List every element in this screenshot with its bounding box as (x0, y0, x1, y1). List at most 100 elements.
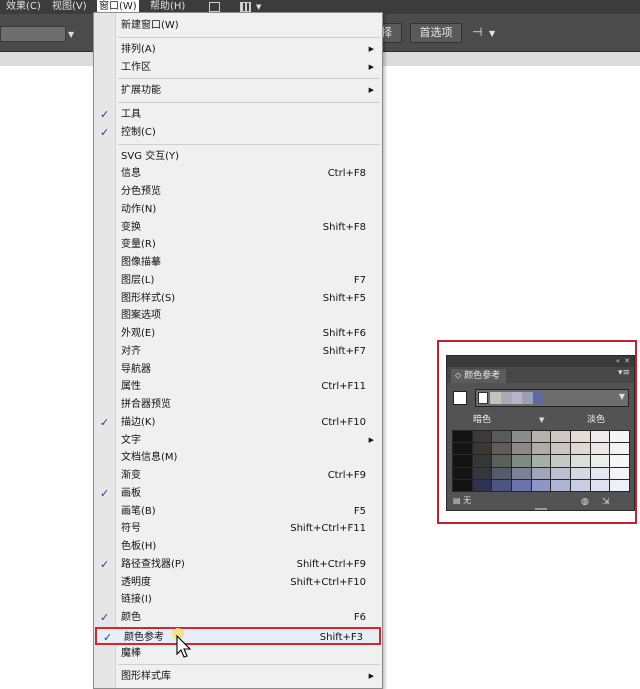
color-variation-swatch[interactable] (590, 467, 610, 479)
style-dropdown-icon[interactable]: ▼ (68, 30, 74, 39)
window-menu-item[interactable]: 变量(R) (94, 236, 382, 253)
window-menu-item[interactable]: 图层(L) F7 (94, 272, 382, 289)
color-variation-swatch[interactable] (590, 431, 610, 443)
color-variation-swatch[interactable] (472, 431, 492, 443)
color-variation-swatch[interactable] (551, 431, 570, 443)
tab-color-guide[interactable]: ⬦ 颜色参考 (451, 369, 507, 383)
color-variation-swatch[interactable] (453, 431, 472, 443)
edit-colors-icon[interactable]: ◍ (581, 496, 589, 508)
window-menu-item[interactable]: 色板(H) (94, 538, 382, 555)
color-variation-swatch[interactable] (492, 479, 511, 491)
window-menu-item[interactable]: ✓ 画板 (94, 485, 382, 502)
menu-view[interactable]: 视图(V) (50, 0, 89, 14)
color-variation-swatch[interactable] (551, 443, 570, 455)
window-menu-item[interactable]: 图形样式(S) Shift+F5 (94, 290, 382, 307)
color-variation-swatch[interactable] (531, 467, 551, 479)
window-menu-item[interactable]: ✓ 颜色参考 Shift+F3 (95, 626, 381, 645)
window-menu-item[interactable]: 分色预览 (94, 183, 382, 200)
color-variation-swatch[interactable] (472, 455, 492, 467)
bridge-icon[interactable] (209, 2, 220, 12)
color-variation-swatch[interactable] (590, 455, 610, 467)
color-variation-swatch[interactable] (453, 479, 472, 491)
window-menu-item[interactable]: ✓ 颜色 F6 (94, 609, 382, 626)
color-variation-swatch[interactable] (531, 443, 551, 455)
window-menu-item[interactable]: 拼合器预览 (94, 396, 382, 413)
color-variation-swatch[interactable] (492, 455, 511, 467)
color-variation-swatch[interactable] (590, 443, 610, 455)
window-menu-item[interactable]: 文字 ▶ (94, 432, 382, 449)
window-menu-item[interactable]: ✓ 描边(K) Ctrl+F10 (94, 414, 382, 431)
color-variation-swatch[interactable] (590, 479, 610, 491)
color-variation-swatch[interactable] (551, 479, 570, 491)
color-variation-swatch[interactable] (492, 443, 511, 455)
color-variation-swatch[interactable] (511, 443, 531, 455)
window-menu-item[interactable]: 排列(A) ▶ (94, 41, 382, 58)
window-menu-item[interactable]: ✓ 工具 (94, 106, 382, 123)
collapse-icon[interactable]: « (616, 356, 620, 367)
window-menu-item[interactable]: 属性 Ctrl+F11 (94, 378, 382, 395)
color-variation-swatch[interactable] (610, 467, 629, 479)
harmony-dropdown-icon[interactable]: ▼ (619, 392, 625, 401)
color-variation-swatch[interactable] (453, 443, 472, 455)
arrange-documents-icon[interactable] (240, 2, 251, 12)
window-menu-item[interactable]: 画笔(B) F5 (94, 503, 382, 520)
color-variation-swatch[interactable] (531, 455, 551, 467)
panel-menu-icon[interactable]: ▾≡ (618, 368, 630, 378)
window-menu-item[interactable]: 工作区 ▶ (94, 59, 382, 76)
color-variation-swatch[interactable] (570, 479, 590, 491)
window-menu-item[interactable]: 渐变 Ctrl+F9 (94, 467, 382, 484)
color-variation-swatch[interactable] (472, 467, 492, 479)
variation-dropdown-icon[interactable]: ▼ (539, 416, 544, 424)
color-variation-swatch[interactable] (551, 467, 570, 479)
window-menu-item[interactable]: 导航器 (94, 361, 382, 378)
window-menu-item[interactable]: 外观(E) Shift+F6 (94, 325, 382, 342)
window-menu-item[interactable]: ✓ 路径查找器(P) Shift+Ctrl+F9 (94, 556, 382, 573)
color-variation-swatch[interactable] (472, 479, 492, 491)
window-menu-item[interactable]: 链接(I) (94, 591, 382, 608)
color-variation-swatch[interactable] (531, 479, 551, 491)
preferences-button[interactable]: 首选项 (410, 23, 462, 43)
current-color-swatch[interactable] (453, 391, 467, 405)
color-variation-swatch[interactable] (492, 431, 511, 443)
window-menu-item[interactable]: 文档信息(M) (94, 449, 382, 466)
window-menu-item[interactable]: 扩展功能 ▶ (94, 82, 382, 99)
window-menu-item[interactable]: 对齐 Shift+F7 (94, 343, 382, 360)
color-variation-swatch[interactable] (453, 455, 472, 467)
color-variation-swatch[interactable] (511, 479, 531, 491)
color-variation-swatch[interactable] (610, 455, 629, 467)
menu-effects[interactable]: 效果(C) (4, 0, 43, 14)
save-to-swatches-icon[interactable]: ⇲ (602, 496, 610, 508)
window-menu-item[interactable]: 新建窗口(W) (94, 17, 382, 34)
color-variation-swatch[interactable] (570, 431, 590, 443)
window-menu-item[interactable]: ✓ 控制(C) (94, 124, 382, 141)
color-variation-swatch[interactable] (492, 467, 511, 479)
color-variation-swatch[interactable] (511, 455, 531, 467)
window-menu-item[interactable]: 符号 Shift+Ctrl+F11 (94, 520, 382, 537)
window-menu-item[interactable]: 图案选项 (94, 307, 382, 324)
window-menu-item[interactable]: 透明度 Shift+Ctrl+F10 (94, 574, 382, 591)
pin-dropdown-icon[interactable]: ▼ (489, 29, 495, 38)
window-menu-item[interactable]: SVG 交互(Y) (94, 148, 382, 165)
color-variation-swatch[interactable] (472, 443, 492, 455)
color-variation-swatch[interactable] (610, 479, 629, 491)
harmony-rules-selector[interactable]: ▼ (475, 389, 629, 407)
window-menu-item[interactable]: 动作(N) (94, 201, 382, 218)
color-variation-swatch[interactable] (551, 455, 570, 467)
color-variation-swatch[interactable] (570, 443, 590, 455)
resize-handle[interactable] (535, 508, 547, 510)
pin-icon[interactable]: ⊣ (472, 25, 482, 39)
color-variation-swatch[interactable] (531, 431, 551, 443)
window-menu-item[interactable]: 图像描摹 (94, 254, 382, 271)
close-icon[interactable]: ✕ (624, 356, 630, 367)
color-variation-swatch[interactable] (610, 431, 629, 443)
window-menu-item[interactable]: 信息 Ctrl+F8 (94, 165, 382, 182)
window-menu-item[interactable]: 图形样式库 ▶ (94, 668, 382, 685)
color-variation-swatch[interactable] (511, 467, 531, 479)
color-variation-swatch[interactable] (453, 467, 472, 479)
window-menu-item[interactable]: 变换 Shift+F8 (94, 219, 382, 236)
color-variation-swatch[interactable] (610, 443, 629, 455)
color-variation-swatch[interactable] (570, 455, 590, 467)
limit-to-library[interactable]: ▤ 无 (453, 495, 471, 507)
color-variation-swatch[interactable] (570, 467, 590, 479)
style-field[interactable] (0, 26, 66, 42)
